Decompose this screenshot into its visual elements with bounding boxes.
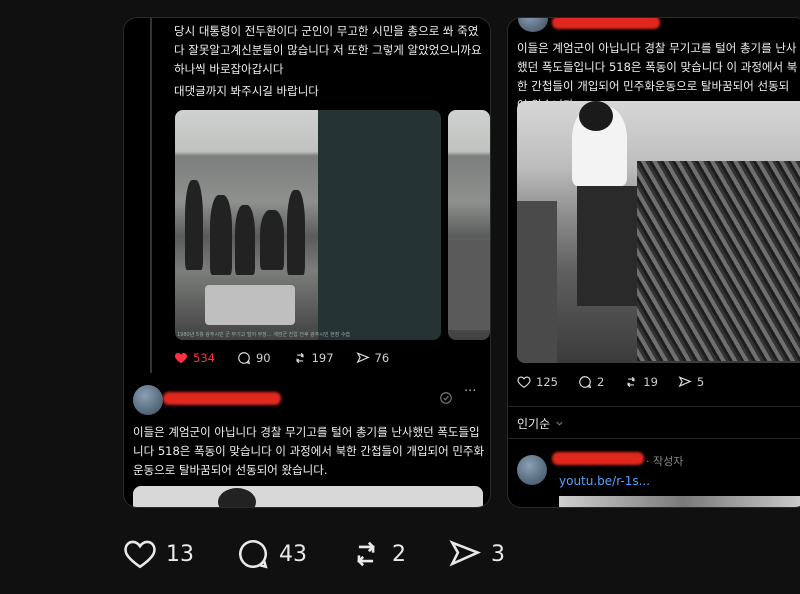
- sort-label: 인기순: [517, 417, 551, 431]
- repost-count: 197: [311, 351, 334, 365]
- reply-count: 43: [279, 541, 307, 567]
- send-icon: [678, 376, 692, 388]
- comment-icon: [239, 539, 268, 569]
- avatar[interactable]: [518, 18, 548, 32]
- sort-dropdown[interactable]: 인기순: [517, 415, 565, 432]
- more-options-button[interactable]: ···: [464, 384, 476, 399]
- post-text-paragraph-1: 당시 대통령이 전두환이다 군인이 무고한 시민을 총으로 쏴 죽였다 잘못알고…: [174, 24, 482, 76]
- post-image-2[interactable]: [448, 110, 490, 340]
- heart-icon: [124, 540, 156, 569]
- like-count: 534: [193, 351, 215, 365]
- redacted-username: [163, 392, 281, 405]
- reply-button[interactable]: 2: [578, 375, 604, 389]
- post-actions: 534 90 197 76: [174, 351, 389, 365]
- reply-count: 90: [255, 351, 271, 365]
- heart-icon: [175, 353, 187, 364]
- share-count: 3: [491, 541, 505, 567]
- share-count: 76: [374, 351, 390, 365]
- avatar[interactable]: [133, 385, 163, 415]
- like-button[interactable]: 534: [174, 351, 215, 365]
- verified-badge-icon: [440, 392, 452, 404]
- right-post-image[interactable]: [517, 101, 800, 363]
- share-button[interactable]: 5: [678, 375, 704, 389]
- like-button[interactable]: 125: [517, 375, 558, 389]
- youtube-link[interactable]: youtu.be/r-1s...: [559, 474, 650, 488]
- reply-image[interactable]: [133, 486, 483, 507]
- repost-count: 19: [643, 375, 658, 389]
- heart-icon: [517, 376, 531, 388]
- like-count: 13: [166, 541, 194, 567]
- divider: [508, 406, 800, 407]
- thread-connector-line: [150, 18, 152, 373]
- image-caption: 1980년 5월 광주시민 군 무기고 털어 무장... 계엄군 진압 전후 광…: [177, 332, 351, 338]
- post-text-paragraph-2: 대댓글까지 봐주시길 바랍니다: [174, 84, 319, 98]
- post-image-1[interactable]: 1980년 5월 광주시민 군 무기고 털어 무장... 계엄군 진압 전후 광…: [175, 110, 441, 340]
- repost-icon: [357, 541, 375, 567]
- right-post-actions: 125 2 19 5: [517, 375, 704, 389]
- thread-card-left: 당시 대통령이 전두환이다 군인이 무고한 시민을 총으로 쏴 죽였다 잘못알고…: [123, 17, 491, 508]
- redacted-username: [552, 18, 660, 29]
- reply-text: 이들은 계엄군이 아닙니다 경찰 무기고를 털어 총기를 난사했던 폭도들입니다…: [133, 425, 485, 477]
- repost-button[interactable]: 19: [624, 375, 658, 389]
- share-count: 5: [696, 375, 705, 389]
- repost-button[interactable]: 197: [293, 351, 334, 365]
- thread-card-right: 이들은 계엄군이 아닙니다 경찰 무기고를 털어 총기를 난사했던 폭도들입니다…: [507, 17, 800, 508]
- share-button[interactable]: 3: [448, 537, 505, 571]
- avatar[interactable]: [517, 455, 547, 485]
- like-count: 125: [536, 375, 558, 389]
- chevron-down-icon: [556, 421, 563, 426]
- bottom-action-bar: 13 43 2 3: [123, 537, 547, 571]
- reply-count: 2: [596, 375, 605, 389]
- reply-button[interactable]: 43: [236, 537, 307, 571]
- like-button[interactable]: 13: [123, 537, 194, 571]
- repost-button[interactable]: 2: [349, 537, 406, 571]
- reply-button[interactable]: 90: [237, 351, 271, 365]
- send-icon: [355, 352, 370, 364]
- share-button[interactable]: 76: [355, 351, 390, 365]
- divider: [508, 438, 800, 439]
- author-tag: · 작성자: [646, 455, 684, 468]
- send-icon: [449, 540, 482, 567]
- comment-icon: [238, 352, 251, 365]
- repost-icon: [627, 376, 636, 388]
- comment-icon: [579, 376, 592, 389]
- redacted-username: [552, 452, 644, 465]
- repost-icon: [295, 352, 304, 364]
- reply-image-strip: [559, 496, 800, 507]
- repost-count: 2: [392, 541, 406, 567]
